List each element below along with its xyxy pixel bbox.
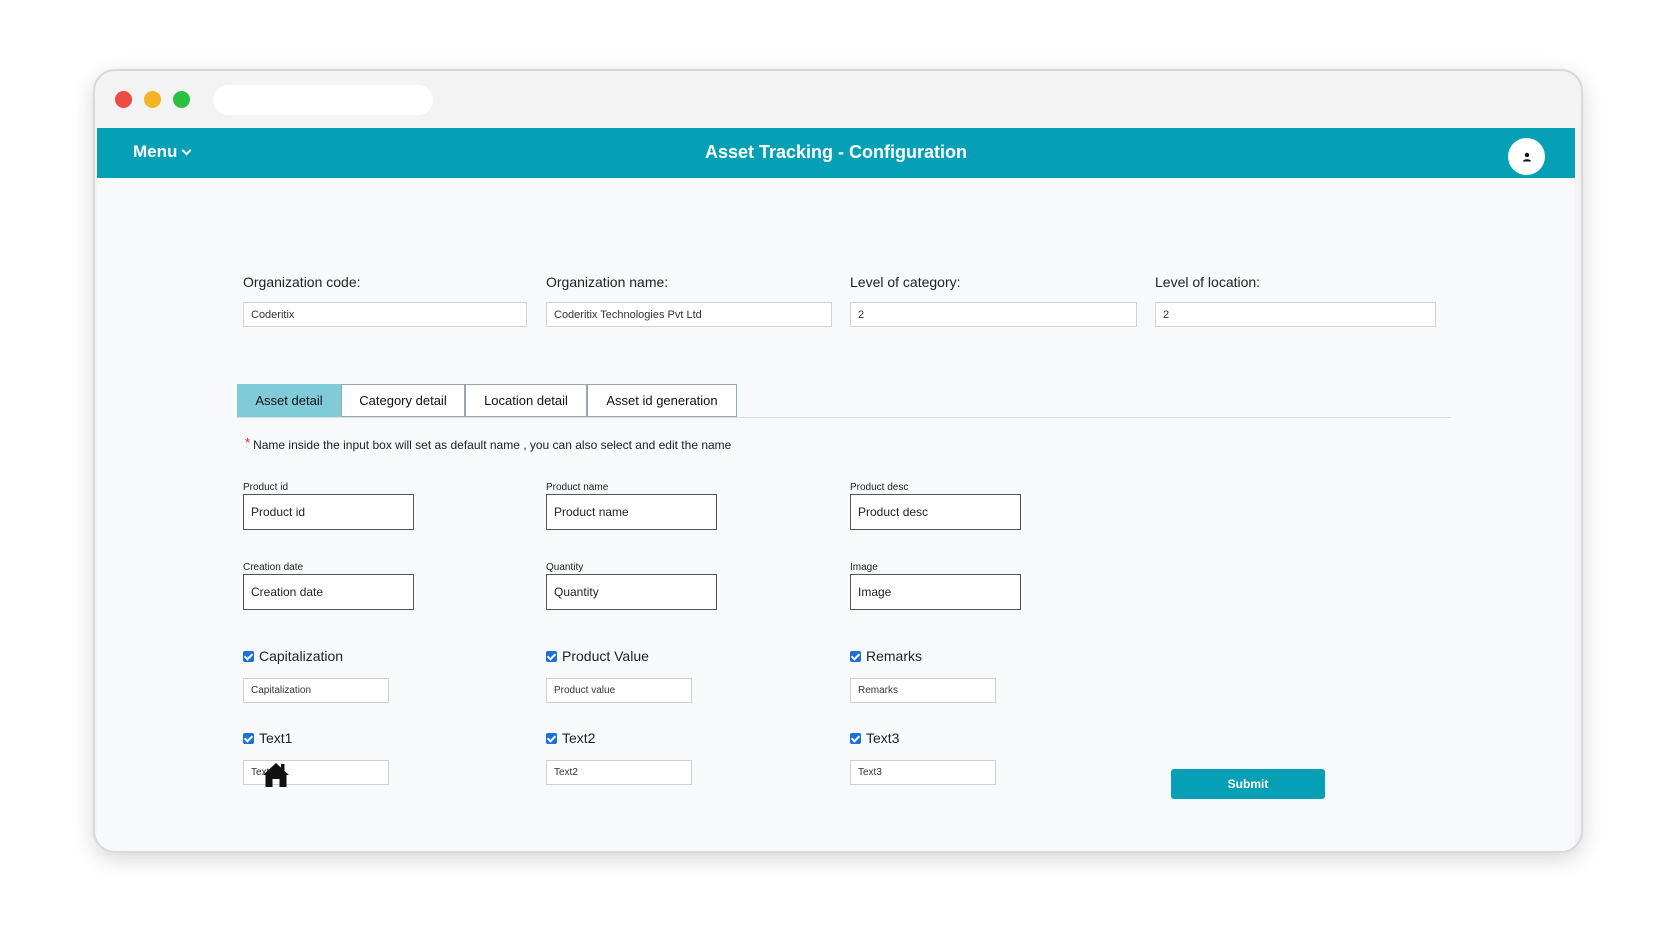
text1-option: Text1 (243, 730, 292, 746)
text2-option: Text2 (546, 730, 595, 746)
tab-category-detail[interactable]: Category detail (341, 384, 465, 417)
capitalization-input[interactable] (243, 678, 389, 703)
product-value-input[interactable] (546, 678, 692, 703)
product-value-checkbox[interactable] (546, 650, 557, 662)
location-level-label: Level of location: (1155, 274, 1261, 290)
text1-label: Text1 (259, 730, 293, 746)
image-label: Image (850, 562, 878, 573)
text2-label: Text2 (562, 730, 596, 746)
home-icon (263, 763, 289, 787)
tab-asset-detail[interactable]: Asset detail (237, 384, 341, 417)
page-title: Asset Tracking - Configuration (704, 142, 968, 162)
user-avatar-button[interactable] (1508, 138, 1545, 175)
required-asterisk: * (245, 435, 251, 450)
text3-input[interactable] (850, 760, 996, 785)
creation-date-input[interactable] (243, 574, 414, 610)
tabs-divider (237, 417, 1451, 418)
product-name-label: Product name (546, 482, 609, 493)
product-desc-input[interactable] (850, 494, 1021, 530)
browser-window: Menu Asset Tracking - Configuration Orga… (93, 69, 1583, 853)
quantity-input[interactable] (546, 574, 717, 610)
text3-label: Text3 (866, 730, 900, 746)
text3-checkbox[interactable] (850, 732, 861, 744)
org-code-input[interactable] (243, 302, 527, 327)
quantity-label: Quantity (546, 562, 584, 573)
maximize-window-button[interactable] (173, 91, 190, 108)
org-name-input[interactable] (546, 302, 832, 327)
image-input[interactable] (850, 574, 1021, 610)
product-value-label: Product Value (562, 648, 649, 664)
minimize-window-button[interactable] (144, 91, 161, 108)
org-name-label: Organization name: (546, 274, 669, 290)
capitalization-label: Capitalization (259, 648, 344, 664)
location-level-input[interactable] (1155, 302, 1436, 327)
text2-input[interactable] (546, 760, 692, 785)
user-icon (1522, 152, 1531, 161)
org-code-label: Organization code: (243, 274, 361, 290)
product-name-input[interactable] (546, 494, 717, 530)
product-value-option: Product Value (546, 648, 649, 664)
capitalization-option: Capitalization (243, 648, 343, 664)
home-button[interactable] (262, 762, 290, 788)
text1-checkbox[interactable] (243, 732, 254, 744)
submit-button[interactable]: Submit (1171, 769, 1325, 799)
text2-checkbox[interactable] (546, 732, 557, 744)
remarks-option: Remarks (850, 648, 922, 664)
close-window-button[interactable] (115, 91, 132, 108)
text3-option: Text3 (850, 730, 899, 746)
note-text: Name inside the input box will set as de… (253, 438, 732, 452)
remarks-input[interactable] (850, 678, 996, 703)
tab-asset-id-generation[interactable]: Asset id generation (587, 384, 737, 417)
product-desc-label: Product desc (850, 482, 909, 493)
capitalization-checkbox[interactable] (243, 650, 254, 662)
category-level-label: Level of category: (850, 274, 961, 290)
address-bar[interactable] (213, 85, 433, 115)
product-id-input[interactable] (243, 494, 414, 530)
remarks-label: Remarks (866, 648, 923, 664)
creation-date-label: Creation date (243, 562, 304, 573)
tab-location-detail[interactable]: Location detail (465, 384, 587, 417)
product-id-label: Product id (243, 482, 289, 493)
remarks-checkbox[interactable] (850, 650, 861, 662)
default-name-note: * Name inside the input box will set as d… (245, 435, 732, 453)
app-content: Menu Asset Tracking - Configuration Orga… (97, 128, 1575, 851)
category-level-input[interactable] (850, 302, 1137, 327)
app-header: Menu Asset Tracking - Configuration (97, 128, 1575, 178)
